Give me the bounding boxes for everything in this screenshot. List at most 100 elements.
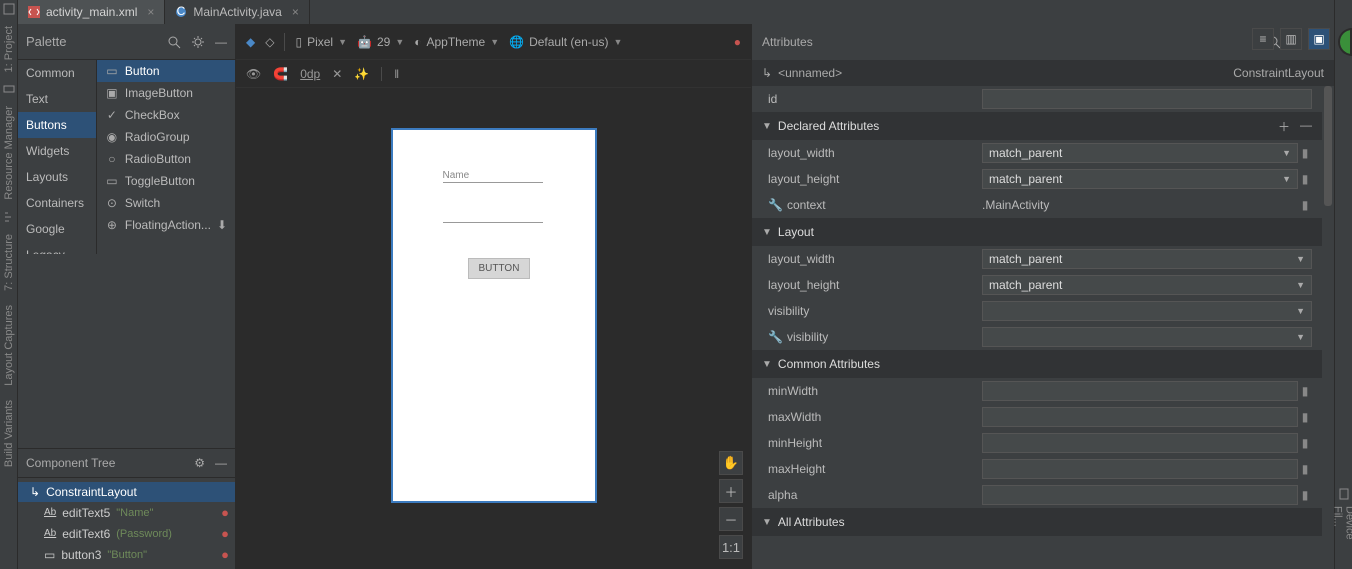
- flag-icon[interactable]: ▮: [1298, 172, 1312, 186]
- attr-input[interactable]: [982, 407, 1298, 427]
- guidelines-icon[interactable]: ‖: [394, 67, 399, 81]
- rail-tab-build-variants[interactable]: Build Variants: [3, 396, 15, 471]
- layers-icon[interactable]: ◆: [246, 35, 255, 49]
- error-icon[interactable]: ●: [221, 547, 229, 562]
- project-tab-icon[interactable]: [2, 2, 16, 16]
- palette-item-fab[interactable]: ⊕FloatingAction...⬇: [97, 214, 235, 236]
- attributes-panel: Attributes ⚙ — ↳ <unnamed> ConstraintLay…: [751, 24, 1334, 569]
- design-canvas[interactable]: Name BUTTON: [236, 88, 751, 569]
- category-containers[interactable]: Containers: [18, 190, 96, 216]
- api-dropdown[interactable]: 🤖 29 ▼: [357, 35, 404, 49]
- category-google[interactable]: Google: [18, 216, 96, 242]
- flag-icon[interactable]: ▮: [1298, 436, 1312, 450]
- search-icon[interactable]: [167, 35, 181, 49]
- section-layout[interactable]: ▼ Layout: [752, 218, 1322, 246]
- structure-icon[interactable]: [2, 210, 16, 224]
- preview-button3[interactable]: BUTTON: [468, 258, 531, 279]
- gear-icon[interactable]: ⚙: [194, 456, 205, 470]
- attr-combo[interactable]: ▼: [982, 301, 1312, 321]
- component-tree: ↳ ConstraintLayout Ab editText5 "Name" ●…: [18, 478, 235, 569]
- rail-tab-project[interactable]: 1: Project: [3, 22, 15, 76]
- clear-constraints-icon[interactable]: ✕: [332, 67, 342, 81]
- attr-input[interactable]: [982, 459, 1298, 479]
- remove-attr-icon[interactable]: —: [1300, 118, 1312, 135]
- attr-input[interactable]: [982, 381, 1298, 401]
- magnet-icon[interactable]: 🧲: [273, 67, 288, 81]
- section-all[interactable]: ▼ All Attributes: [752, 508, 1322, 536]
- view-mode-design[interactable]: ▣: [1308, 28, 1330, 50]
- view-options-icon[interactable]: ◇: [265, 35, 274, 49]
- zoom-in-button[interactable]: ＋: [719, 479, 743, 503]
- scrollbar[interactable]: [1324, 86, 1332, 206]
- gear-icon[interactable]: [191, 35, 205, 49]
- attr-input-id[interactable]: [982, 89, 1312, 109]
- palette-item-radiogroup[interactable]: ◉RadioGroup: [97, 126, 235, 148]
- close-icon[interactable]: ×: [292, 5, 299, 19]
- flag-icon[interactable]: ▮: [1298, 198, 1312, 212]
- tab-mainactivity-java[interactable]: C MainActivity.java ×: [165, 0, 310, 24]
- locale-dropdown[interactable]: 🌐 Default (en-us) ▼: [509, 35, 622, 49]
- palette-item-switch[interactable]: ⊙Switch: [97, 192, 235, 214]
- issues-icon[interactable]: ●: [734, 35, 741, 49]
- palette-item-imagebutton[interactable]: ▣ImageButton: [97, 82, 235, 104]
- error-icon[interactable]: ●: [221, 505, 229, 520]
- attr-input[interactable]: [982, 485, 1298, 505]
- palette-item-button[interactable]: ▭Button: [97, 60, 235, 82]
- attr-combo-layout-height[interactable]: match_parent▼: [982, 169, 1298, 189]
- view-mode-code[interactable]: ≡: [1252, 28, 1274, 50]
- zoom-fit-button[interactable]: 1:1: [719, 535, 743, 559]
- attr-combo[interactable]: match_parent▼: [982, 249, 1312, 269]
- device-file-icon[interactable]: [1338, 488, 1350, 500]
- zoom-out-button[interactable]: －: [719, 507, 743, 531]
- category-widgets[interactable]: Widgets: [18, 138, 96, 164]
- attr-combo-layout-width[interactable]: match_parent▼: [982, 143, 1298, 163]
- flag-icon[interactable]: ▮: [1298, 384, 1312, 398]
- rail-tab-structure[interactable]: 7: Structure: [3, 230, 15, 295]
- minimize-icon[interactable]: —: [215, 456, 227, 470]
- tree-row-constraintlayout[interactable]: ↳ ConstraintLayout: [18, 482, 235, 502]
- device-dropdown[interactable]: ▯ Pixel ▼: [295, 35, 347, 49]
- preview-edittext6[interactable]: [443, 222, 543, 223]
- add-attr-icon[interactable]: ＋: [1278, 118, 1290, 135]
- flag-icon[interactable]: ▮: [1298, 146, 1312, 160]
- resource-manager-icon[interactable]: [2, 82, 16, 96]
- section-declared[interactable]: ▼ Declared Attributes ＋—: [752, 112, 1322, 140]
- category-layouts[interactable]: Layouts: [18, 164, 96, 190]
- eye-icon[interactable]: 👁: [246, 67, 261, 81]
- tree-row-edittext5[interactable]: Ab editText5 "Name" ●: [18, 502, 235, 523]
- palette-item-checkbox[interactable]: ✓CheckBox: [97, 104, 235, 126]
- palette-item-radiobutton[interactable]: ○RadioButton: [97, 148, 235, 170]
- attr-value-context[interactable]: .MainActivity: [982, 198, 1049, 212]
- attr-input[interactable]: [982, 433, 1298, 453]
- tab-activity-main-xml[interactable]: activity_main.xml ×: [18, 0, 165, 24]
- tree-row-button3[interactable]: ▭ button3 "Button" ●: [18, 544, 235, 565]
- rail-tab-device-file[interactable]: Device Fil...: [1332, 500, 1352, 569]
- infer-constraints-icon[interactable]: ✨: [354, 67, 369, 81]
- category-text[interactable]: Text: [18, 86, 96, 112]
- close-icon[interactable]: ×: [147, 5, 154, 19]
- section-common[interactable]: ▼ Common Attributes: [752, 350, 1322, 378]
- attr-combo[interactable]: ▼: [982, 327, 1312, 347]
- flag-icon[interactable]: ▮: [1298, 462, 1312, 476]
- attributes-body[interactable]: id ▼ Declared Attributes ＋— layout_width…: [752, 86, 1322, 569]
- palette-item-togglebutton[interactable]: ▭ToggleButton: [97, 170, 235, 192]
- download-icon[interactable]: ⬇: [217, 218, 227, 232]
- category-legacy[interactable]: Legacy: [18, 242, 96, 254]
- view-mode-split[interactable]: ▥: [1280, 28, 1302, 50]
- error-icon[interactable]: ●: [221, 526, 229, 541]
- pan-button[interactable]: ✋: [719, 451, 743, 475]
- category-buttons[interactable]: Buttons: [18, 112, 96, 138]
- rail-tab-resource-manager[interactable]: Resource Manager: [3, 102, 15, 204]
- attr-combo[interactable]: match_parent▼: [982, 275, 1312, 295]
- minimize-icon[interactable]: —: [215, 35, 227, 49]
- flag-icon[interactable]: ▮: [1298, 488, 1312, 502]
- tree-row-edittext6[interactable]: Ab editText6 (Password) ●: [18, 523, 235, 544]
- default-margin-dropdown[interactable]: 0dp: [300, 67, 320, 81]
- category-common[interactable]: Common: [18, 60, 96, 86]
- design-float-controls: ✋ ＋ － 1:1: [719, 451, 743, 559]
- device-preview[interactable]: Name BUTTON: [391, 128, 597, 503]
- preview-edittext5[interactable]: [443, 182, 543, 183]
- flag-icon[interactable]: ▮: [1298, 410, 1312, 424]
- theme-dropdown[interactable]: ◐ AppTheme ▼: [414, 35, 499, 49]
- rail-tab-layout-captures[interactable]: Layout Captures: [3, 301, 15, 390]
